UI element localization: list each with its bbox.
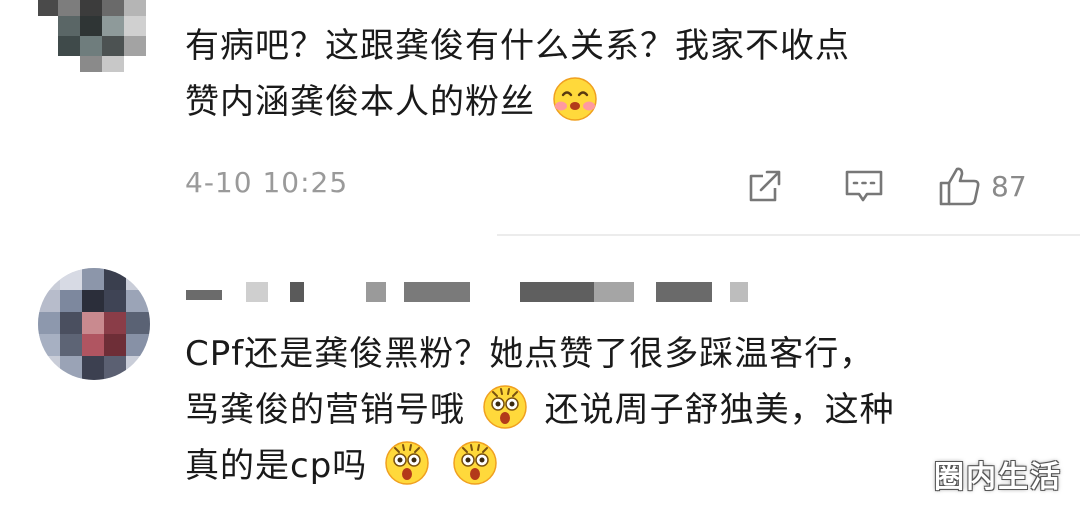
comment-text: CPf还是龚俊黑粉？她点赞了很多踩温客行， 骂龚俊的营销号哦 还说周子舒独美，这… bbox=[185, 326, 895, 494]
astonished-face-icon bbox=[385, 441, 429, 485]
comment-icon bbox=[845, 170, 883, 202]
comment-line: 赞内涵龚俊本人的粉丝 bbox=[185, 74, 850, 130]
comment-line: 骂龚俊的营销号哦 还说周子舒独美，这种 bbox=[185, 382, 895, 438]
like-button[interactable]: 87 bbox=[937, 164, 1027, 208]
like-count: 87 bbox=[991, 169, 1027, 203]
watermark: 圈内生活 bbox=[934, 460, 1062, 495]
comment-line-text: 还说周子舒独美，这种 bbox=[544, 390, 895, 430]
avatar[interactable] bbox=[38, 268, 150, 380]
reply-button[interactable] bbox=[843, 164, 885, 208]
blushing-face-icon bbox=[553, 77, 597, 121]
avatar[interactable] bbox=[38, 0, 148, 72]
divider bbox=[497, 234, 1080, 236]
astonished-face-icon bbox=[453, 441, 497, 485]
comment-text: 有病吧？这跟龚俊有什么关系？我家不收点 赞内涵龚俊本人的粉丝 bbox=[185, 18, 850, 130]
comment-line-text: 赞内涵龚俊本人的粉丝 bbox=[185, 82, 535, 122]
astonished-face-icon bbox=[483, 385, 527, 429]
share-icon bbox=[749, 170, 781, 202]
thumbs-up-icon bbox=[939, 167, 980, 206]
comment-line: CPf还是龚俊黑粉？她点赞了很多踩温客行， bbox=[185, 334, 875, 374]
share-button[interactable] bbox=[745, 164, 785, 208]
comment-line-text: 真的是cp吗 bbox=[185, 446, 368, 486]
comment-line-text: 骂龚俊的营销号哦 bbox=[185, 390, 465, 430]
comment-timestamp: 4-10 10:25 bbox=[185, 166, 349, 199]
comment-line: 有病吧？这跟龚俊有什么关系？我家不收点 bbox=[185, 26, 850, 66]
comment-line: 真的是cp吗 bbox=[185, 438, 895, 494]
